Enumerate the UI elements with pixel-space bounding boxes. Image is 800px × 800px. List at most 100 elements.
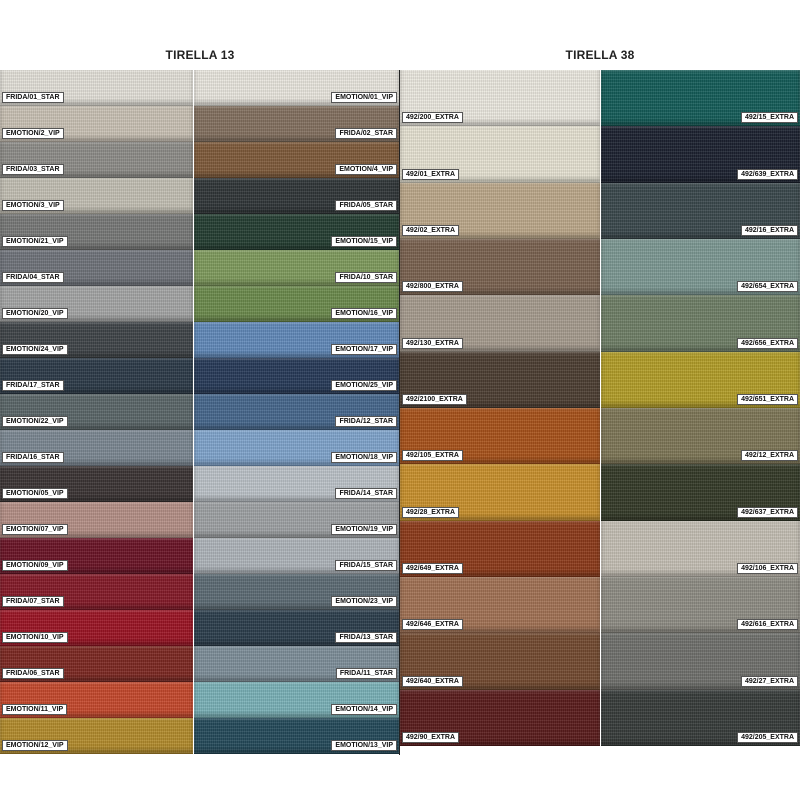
fabric-swatch: EMOTION/09_VIP — [0, 538, 193, 574]
fabric-swatch: EMOTION/13_VIP — [194, 718, 399, 754]
tirella38-title: TIRELLA 38 — [565, 48, 635, 62]
swatch-code-label: FRIDA/11_STAR — [335, 668, 397, 679]
swatch-code-label: EMOTION/19_VIP — [331, 524, 397, 535]
fabric-swatch: 492/15_EXTRA — [601, 70, 800, 127]
swatch-code-label: 492/02_EXTRA — [402, 224, 460, 236]
swatch-code-label: FRIDA/13_STAR — [335, 632, 397, 643]
tirella13-title: TIRELLA 13 — [165, 48, 235, 62]
fabric-swatch: 492/639_EXTRA — [601, 126, 800, 183]
swatch-code-label: 492/28_EXTRA — [402, 506, 460, 518]
fabric-swatch: 492/90_EXTRA — [400, 689, 600, 746]
swatch-code-label: EMOTION/3_VIP — [2, 200, 64, 211]
swatch-code-label: EMOTION/14_VIP — [331, 704, 397, 715]
fabric-swatch: EMOTION/05_VIP — [0, 466, 193, 502]
swatch-code-label: FRIDA/16_STAR — [2, 452, 64, 463]
fabric-swatch: 492/105_EXTRA — [400, 407, 600, 465]
fabric-swatch: 492/130_EXTRA — [400, 295, 600, 352]
fabric-swatch: 492/12_EXTRA — [601, 407, 800, 465]
swatch-code-label: 492/27_EXTRA — [740, 675, 798, 687]
swatch-code-label: 492/2100_EXTRA — [402, 393, 467, 405]
swatch-code-label: 492/12_EXTRA — [740, 450, 798, 462]
swatch-code-label: EMOTION/4_VIP — [335, 164, 397, 175]
swatch-code-label: 492/16_EXTRA — [740, 224, 798, 236]
fabric-swatch: EMOTION/19_VIP — [194, 502, 399, 538]
swatch-code-label: 492/639_EXTRA — [737, 168, 798, 180]
fabric-swatch: FRIDA/10_STAR — [194, 250, 399, 286]
swatch-code-label: EMOTION/20_VIP — [2, 308, 68, 319]
fabric-swatch: 492/649_EXTRA — [400, 520, 600, 577]
swatch-code-label: EMOTION/23_VIP — [331, 596, 397, 607]
swatch-code-label: EMOTION/07_VIP — [2, 524, 68, 535]
fabric-swatch: 492/02_EXTRA — [400, 182, 600, 239]
swatch-code-label: 492/654_EXTRA — [737, 281, 798, 293]
fabric-swatch: EMOTION/16_VIP — [194, 286, 399, 322]
fabric-swatch: 492/646_EXTRA — [400, 576, 600, 634]
swatch-code-label: EMOTION/01_VIP — [331, 92, 397, 103]
swatch-code-label: 492/105_EXTRA — [402, 450, 463, 462]
swatch-code-label: FRIDA/17_STAR — [2, 380, 64, 391]
swatch-code-label: 492/656_EXTRA — [737, 337, 798, 349]
swatch-code-label: EMOTION/09_VIP — [2, 560, 68, 571]
fabric-swatch: FRIDA/01_STAR — [0, 70, 193, 106]
swatch-code-label: FRIDA/01_STAR — [2, 92, 64, 103]
swatch-code-label: FRIDA/14_STAR — [335, 488, 397, 499]
swatch-code-label: EMOTION/17_VIP — [331, 344, 397, 355]
swatch-code-label: 492/90_EXTRA — [402, 731, 460, 743]
swatch-code-label: 492/200_EXTRA — [402, 112, 463, 124]
swatch-code-label: EMOTION/05_VIP — [2, 488, 68, 499]
swatch-code-label: EMOTION/21_VIP — [2, 236, 68, 247]
swatch-code-label: 492/15_EXTRA — [740, 112, 798, 124]
fabric-swatch: EMOTION/14_VIP — [194, 682, 399, 718]
fabric-swatch: EMOTION/23_VIP — [194, 574, 399, 610]
fabric-swatch: FRIDA/17_STAR — [0, 358, 193, 394]
fabric-swatch: 492/200_EXTRA — [400, 70, 600, 127]
tirella13-left-column: FRIDA/01_STAR EMOTION/2_VIP FRIDA/03_STAR E… — [0, 70, 193, 754]
fabric-swatch: FRIDA/14_STAR — [194, 466, 399, 502]
swatch-code-label: EMOTION/22_VIP — [2, 416, 68, 427]
fabric-swatch: 492/01_EXTRA — [400, 126, 600, 183]
fabric-swatch: EMOTION/15_VIP — [194, 214, 399, 250]
fabric-swatch: 492/616_EXTRA — [601, 576, 800, 634]
fabric-swatch: FRIDA/02_STAR — [194, 106, 399, 142]
fabric-swatch: EMOTION/20_VIP — [0, 286, 193, 322]
fabric-swatch: 492/2100_EXTRA — [400, 351, 600, 408]
fabric-swatch: EMOTION/24_VIP — [0, 322, 193, 358]
swatch-code-label: EMOTION/13_VIP — [331, 740, 397, 751]
fabric-swatch: 492/106_EXTRA — [601, 520, 800, 577]
fabric-swatch: EMOTION/11_VIP — [0, 682, 193, 718]
swatch-code-label: 492/646_EXTRA — [402, 619, 463, 631]
fabric-swatch: 492/654_EXTRA — [601, 238, 800, 296]
swatch-code-label: 492/637_EXTRA — [737, 506, 798, 518]
swatch-code-label: EMOTION/24_VIP — [2, 344, 68, 355]
swatch-code-label: 492/616_EXTRA — [737, 619, 798, 631]
swatch-code-label: 492/649_EXTRA — [402, 562, 463, 574]
fabric-swatch: EMOTION/2_VIP — [0, 106, 193, 142]
fabric-swatch: 492/656_EXTRA — [601, 295, 800, 352]
swatch-code-label: 492/800_EXTRA — [402, 281, 463, 293]
swatch-code-label: FRIDA/07_STAR — [2, 596, 64, 607]
swatch-code-label: FRIDA/02_STAR — [335, 128, 397, 139]
fabric-swatch: 492/800_EXTRA — [400, 238, 600, 296]
fabric-swatch: FRIDA/16_STAR — [0, 430, 193, 466]
fabric-swatch: 492/28_EXTRA — [400, 464, 600, 521]
tirella38-right-column: 492/15_EXTRA 492/639_EXTRA 492/16_EXTRA 492… — [601, 70, 800, 746]
fabric-swatch: 492/27_EXTRA — [601, 633, 800, 690]
swatch-code-label: EMOTION/16_VIP — [331, 308, 397, 319]
swatch-code-label: FRIDA/06_STAR — [2, 668, 64, 679]
fabric-swatch: EMOTION/12_VIP — [0, 718, 193, 754]
swatch-code-label: FRIDA/03_STAR — [2, 164, 64, 175]
swatch-code-label: 492/130_EXTRA — [402, 337, 463, 349]
fabric-swatch: 492/205_EXTRA — [601, 689, 800, 746]
swatch-code-label: EMOTION/2_VIP — [2, 128, 64, 139]
swatch-code-label: 492/651_EXTRA — [737, 393, 798, 405]
fabric-swatch: 492/16_EXTRA — [601, 182, 800, 239]
fabric-swatch: EMOTION/10_VIP — [0, 610, 193, 646]
fabric-swatch: EMOTION/4_VIP — [194, 142, 399, 178]
swatch-code-label: FRIDA/15_STAR — [335, 560, 397, 571]
swatch-code-label: EMOTION/12_VIP — [2, 740, 68, 751]
tirella13-right-column: EMOTION/01_VIP FRIDA/02_STAR EMOTION/4_VIP… — [194, 70, 399, 754]
swatch-code-label: EMOTION/10_VIP — [2, 632, 68, 643]
fabric-swatch: FRIDA/05_STAR — [194, 178, 399, 214]
fabric-swatch: FRIDA/03_STAR — [0, 142, 193, 178]
swatch-code-label: 492/106_EXTRA — [737, 562, 798, 574]
